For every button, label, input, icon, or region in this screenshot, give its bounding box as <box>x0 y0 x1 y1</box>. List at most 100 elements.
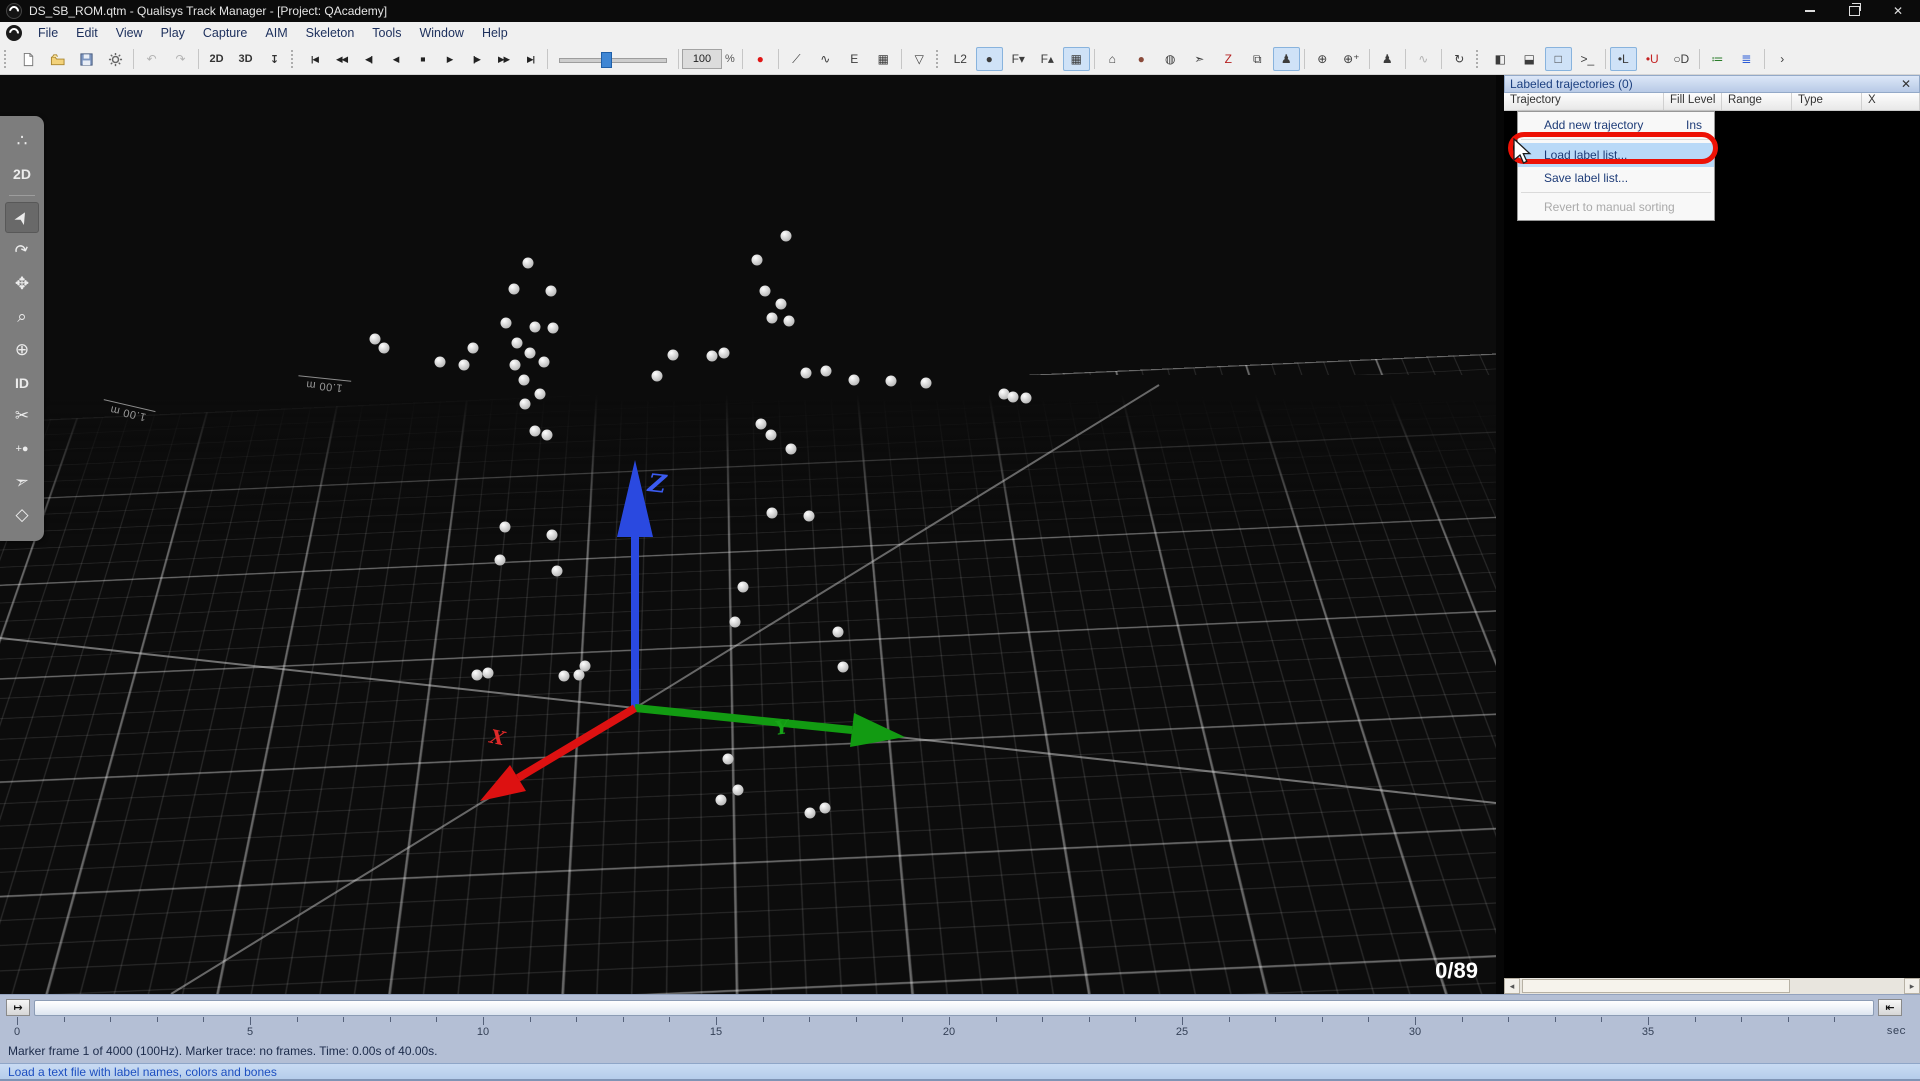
marker-dot[interactable] <box>766 312 778 324</box>
measure-tool-button[interactable]: ⟋ <box>783 47 810 71</box>
marker-dot[interactable] <box>819 802 831 814</box>
marker-dot[interactable] <box>511 337 523 349</box>
scroll-left-button[interactable]: ◂ <box>1504 978 1520 994</box>
marker-dot[interactable] <box>651 370 663 382</box>
marker-dot[interactable] <box>765 429 777 441</box>
marker-dot[interactable] <box>722 753 734 765</box>
zoom-extents-button[interactable]: Z <box>1215 47 1242 71</box>
marker-dot[interactable] <box>920 377 932 389</box>
analog-data-button[interactable]: ∿ <box>1410 47 1437 71</box>
trajectory-info-tool[interactable]: ∴ <box>5 125 39 156</box>
marker-dot[interactable] <box>551 565 563 577</box>
camera-view-button[interactable]: ⌂ <box>1099 47 1126 71</box>
marker-dot[interactable] <box>558 670 570 682</box>
marker-dot[interactable] <box>759 285 771 297</box>
marker-dot[interactable] <box>737 581 749 593</box>
terminal-button[interactable]: >_ <box>1574 47 1601 71</box>
marker-dot[interactable] <box>804 807 816 819</box>
project-options-button[interactable] <box>102 47 129 71</box>
restore-button[interactable] <box>1832 0 1876 22</box>
marker-dot[interactable] <box>729 616 741 628</box>
marker-dot[interactable] <box>369 333 381 345</box>
menu-window[interactable]: Window <box>410 23 472 43</box>
marker-dot[interactable] <box>541 429 553 441</box>
marker-dot[interactable] <box>751 254 763 266</box>
marker-dot[interactable] <box>482 667 494 679</box>
discarded-trajectories-button[interactable]: ○D <box>1668 47 1695 71</box>
marker-dot[interactable] <box>837 661 849 673</box>
person-view-button[interactable]: ♟ <box>1272 47 1300 71</box>
menu-aim[interactable]: AIM <box>256 23 296 43</box>
go-to-first-frame-button[interactable]: |◀ <box>302 47 327 71</box>
marker-dot[interactable] <box>524 347 536 359</box>
panel-title-bar[interactable]: Labeled trajectories (0) ✕ <box>1504 75 1920 93</box>
unlabeled-trajectories-button[interactable]: •U <box>1639 47 1666 71</box>
lasso-select-tool[interactable]: ➣ <box>5 466 39 497</box>
menu-item-load-label-list[interactable]: Load label list... <box>1518 143 1714 167</box>
marker-dot[interactable] <box>546 529 558 541</box>
column-range[interactable]: Range <box>1722 93 1792 110</box>
show-current-markers-button[interactable]: ● <box>975 47 1003 71</box>
marker-dot[interactable] <box>579 660 591 672</box>
column-trajectory[interactable]: Trajectory <box>1504 93 1664 110</box>
panel-close-icon[interactable]: ✕ <box>1898 77 1914 91</box>
marker-dot[interactable] <box>518 374 530 386</box>
marker-dot[interactable] <box>500 317 512 329</box>
menu-item-save-label-list[interactable]: Save label list... <box>1518 167 1714 189</box>
slider-thumb[interactable] <box>601 52 612 68</box>
marker-dot[interactable] <box>800 367 812 379</box>
rotate-view-tool[interactable]: ↷ <box>5 235 39 266</box>
filter-trajectories-button[interactable]: ▽ <box>906 47 933 71</box>
3d-viewport[interactable]: Z Y X 1.00 m 1.00 m 0/89 <box>0 75 1496 994</box>
trace-range-button[interactable]: L2 <box>947 47 974 71</box>
covered-volume-button[interactable]: ● <box>1128 47 1155 71</box>
marker-dot[interactable] <box>780 230 792 242</box>
step-back-button[interactable]: ◀| <box>356 47 381 71</box>
close-button[interactable]: ✕ <box>1876 0 1920 22</box>
data-info-window-button[interactable]: ▦ <box>870 47 897 71</box>
add-marker-tool[interactable]: +● <box>5 433 39 464</box>
save-button[interactable] <box>73 47 100 71</box>
view-2d-tool[interactable]: 2D <box>5 158 39 189</box>
marker-dot[interactable] <box>766 507 778 519</box>
rigid-body-button[interactable]: ♟ <box>1374 47 1401 71</box>
marker-dot[interactable] <box>715 794 727 806</box>
timeline-playhead-handle[interactable]: ↦ <box>6 999 30 1016</box>
menu-edit[interactable]: Edit <box>67 23 107 43</box>
layout-single-view-button[interactable]: □ <box>1544 47 1572 71</box>
view-2d-button[interactable]: 2D <box>203 47 230 71</box>
column-fill-level[interactable]: Fill Level <box>1664 93 1722 110</box>
menu-play[interactable]: Play <box>152 23 194 43</box>
marker-dot[interactable] <box>509 359 521 371</box>
volume-select-tool[interactable]: ◇ <box>5 499 39 530</box>
marker-dot[interactable] <box>522 257 534 269</box>
trajectory-editor-button[interactable]: ∿ <box>812 47 839 71</box>
center-view-tool[interactable]: ⊕ <box>5 334 39 365</box>
marker-dot[interactable] <box>783 315 795 327</box>
marker-dot[interactable] <box>519 398 531 410</box>
playback-speed-slider[interactable] <box>557 49 669 69</box>
cut-trajectory-tool[interactable]: ✂ <box>5 400 39 431</box>
marker-dot[interactable] <box>471 669 483 681</box>
marker-dot[interactable] <box>820 365 832 377</box>
play-button[interactable]: ▶ <box>437 47 462 71</box>
marker-dot[interactable] <box>785 443 797 455</box>
menu-tools[interactable]: Tools <box>363 23 410 43</box>
marker-dot[interactable] <box>775 298 787 310</box>
toolbar-overflow-button[interactable]: › <box>1769 47 1796 71</box>
fast-rewind-button[interactable]: ◀◀ <box>329 47 354 71</box>
stop-button[interactable]: ■ <box>410 47 435 71</box>
column-x[interactable]: X <box>1862 93 1920 110</box>
fill-level-up-button[interactable]: F▴ <box>1034 47 1061 71</box>
redo-button[interactable]: ↷ <box>167 47 194 71</box>
marker-dot[interactable] <box>718 347 730 359</box>
identify-trajectory-tool[interactable]: ID <box>5 367 39 398</box>
timeline-track[interactable] <box>34 1000 1874 1016</box>
marker-dot[interactable] <box>1007 391 1019 403</box>
menu-file[interactable]: File <box>29 23 67 43</box>
marker-dot[interactable] <box>494 554 506 566</box>
event-list-button[interactable]: ≣ <box>1733 47 1760 71</box>
marker-dot[interactable] <box>434 356 446 368</box>
undo-button[interactable]: ↶ <box>138 47 165 71</box>
marker-dot[interactable] <box>755 418 767 430</box>
